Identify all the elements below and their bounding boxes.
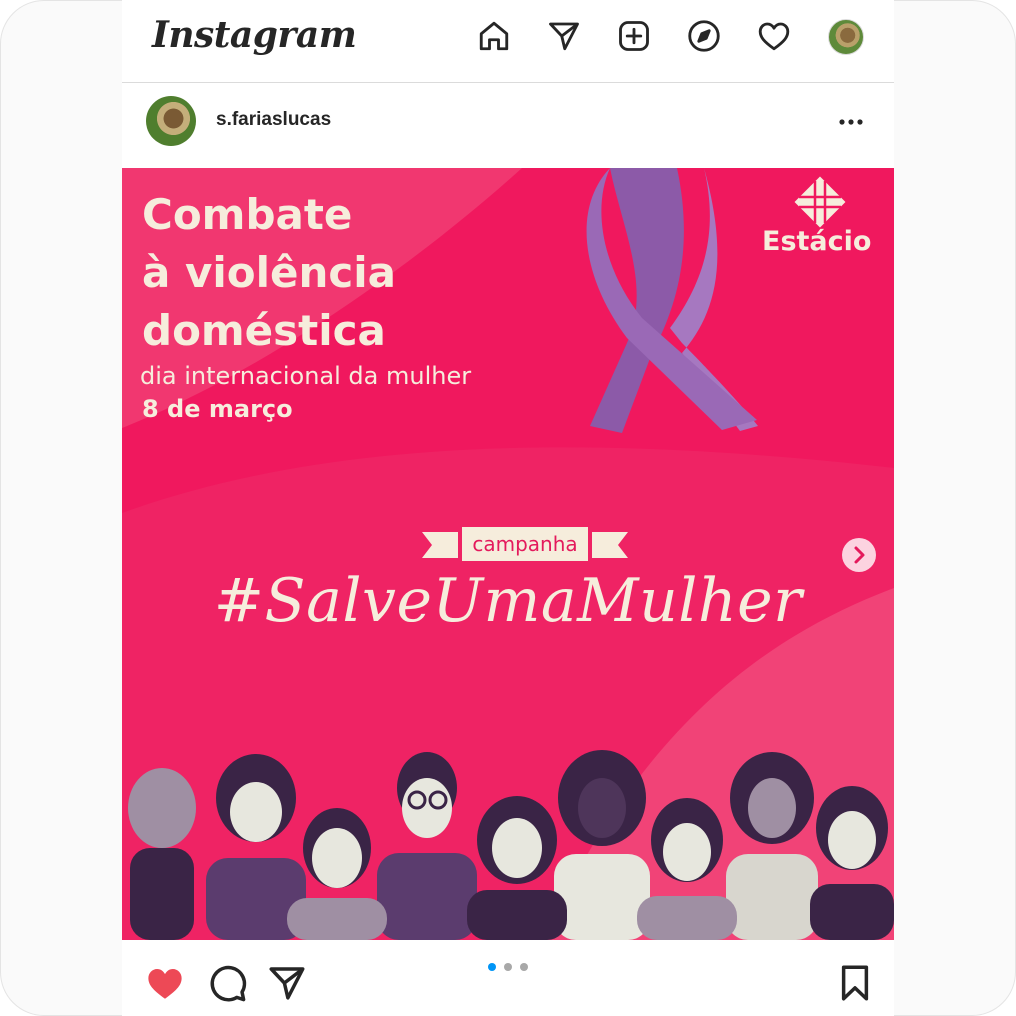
- like-heart-icon[interactable]: [144, 962, 186, 1004]
- image-headline: Combate à violência doméstica: [142, 190, 397, 355]
- post-actions: [122, 940, 894, 1016]
- carousel-dot-active: [488, 963, 496, 971]
- carousel-next-button[interactable]: [842, 538, 876, 572]
- instagram-feed: Instagram s.fariaslucas Combate à violên…: [122, 0, 894, 1016]
- post-header: s.fariaslucas: [122, 83, 894, 167]
- new-post-icon[interactable]: [616, 18, 652, 54]
- home-icon[interactable]: [476, 18, 512, 54]
- more-options-icon[interactable]: [834, 105, 868, 139]
- image-subhead: dia internacional da mulher: [140, 362, 472, 390]
- comment-icon[interactable]: [206, 962, 248, 1004]
- campaign-hashtag: #SalveUmaMulher: [213, 566, 803, 636]
- instagram-logo[interactable]: Instagram: [152, 14, 357, 56]
- explore-icon[interactable]: [686, 18, 722, 54]
- carousel-dot: [504, 963, 512, 971]
- campaign-label: campanha: [462, 527, 588, 561]
- profile-avatar[interactable]: [828, 19, 864, 55]
- carousel-dot: [520, 963, 528, 971]
- post-image[interactable]: Combate à violência doméstica dia intern…: [122, 168, 894, 940]
- image-brand: Estácio: [762, 226, 872, 257]
- author-username[interactable]: s.fariaslucas: [216, 109, 331, 131]
- save-bookmark-icon[interactable]: [834, 962, 876, 1004]
- direct-icon[interactable]: [546, 18, 582, 54]
- activity-icon[interactable]: [756, 18, 792, 54]
- author-avatar[interactable]: [146, 96, 196, 146]
- chevron-right-icon: [854, 546, 865, 564]
- estacio-logo-icon: [794, 176, 846, 228]
- image-date: 8 de março: [142, 395, 293, 423]
- awareness-ribbon-icon: [586, 168, 758, 433]
- share-icon[interactable]: [266, 962, 308, 1004]
- top-nav: Instagram: [122, 0, 894, 83]
